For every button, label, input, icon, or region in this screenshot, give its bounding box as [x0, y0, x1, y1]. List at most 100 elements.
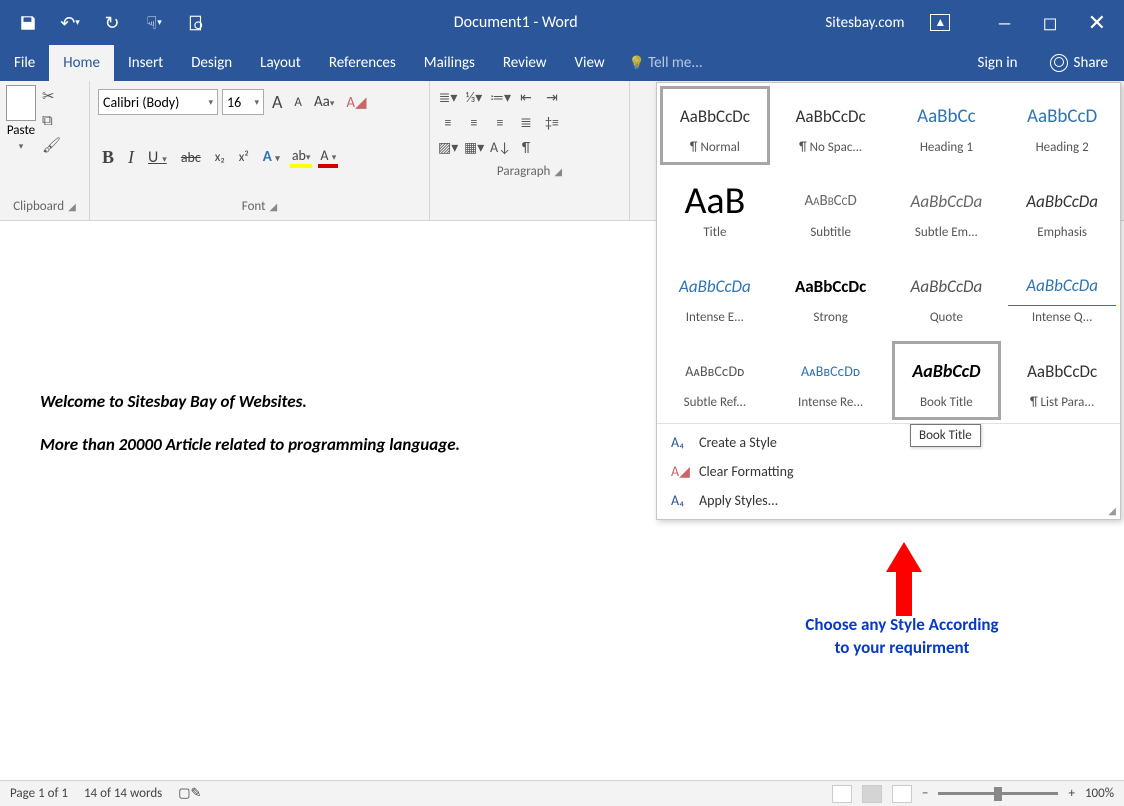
page-indicator[interactable]: Page 1 of 1 [10, 786, 68, 801]
style-item-heading-1[interactable]: AaBbCcHeading 1 [889, 83, 1005, 168]
style-label: ¶ No Spac... [777, 136, 885, 155]
strikethrough-button[interactable]: abc [177, 147, 205, 168]
superscript-button[interactable]: x² [235, 148, 253, 167]
apply-styles-menuitem[interactable]: A₄ Apply Styles... [657, 486, 1120, 515]
format-painter-icon[interactable]: 🖌 [42, 136, 61, 155]
resize-grip-icon[interactable]: ◢ [1108, 504, 1116, 517]
shrink-font-button[interactable]: A [290, 93, 306, 112]
tab-home[interactable]: Home [49, 45, 114, 81]
font-size-select[interactable]: 16▾ [222, 89, 264, 115]
tab-references[interactable]: References [315, 45, 410, 81]
numbering-button[interactable]: ⅓▾ [464, 89, 484, 106]
style-tooltip: Book Title [910, 424, 981, 447]
align-center-button[interactable]: ≡ [464, 114, 484, 131]
redo-icon[interactable]: ↻ [102, 13, 122, 33]
font-label: Font [242, 199, 266, 214]
undo-icon[interactable]: ↶▾ [60, 13, 80, 33]
read-mode-button[interactable] [832, 785, 852, 803]
zoom-slider[interactable] [938, 792, 1058, 795]
style-item-strong[interactable]: AaBbCcDcStrong [773, 253, 889, 338]
underline-button[interactable]: U ▾ [144, 146, 171, 169]
tab-design[interactable]: Design [177, 45, 246, 81]
font-launcher-icon[interactable]: ◢ [270, 200, 278, 213]
shading-button[interactable]: ▨▾ [438, 139, 458, 156]
print-layout-button[interactable] [862, 785, 882, 803]
highlight-button[interactable]: ab▾ [290, 147, 313, 168]
subscript-button[interactable]: x₂ [211, 148, 229, 167]
sign-in-link[interactable]: Sign in [962, 45, 1034, 81]
style-label: Book Title [893, 391, 1001, 410]
style-item-emphasis[interactable]: AaBbCcDaEmphasis [1004, 168, 1120, 253]
tab-review[interactable]: Review [489, 45, 561, 81]
share-button[interactable]: Share [1034, 45, 1124, 81]
grow-font-button[interactable]: A [268, 89, 286, 115]
tab-file[interactable]: File [0, 45, 49, 81]
style-item-title[interactable]: AaBTitle [657, 168, 773, 253]
touch-mode-icon[interactable]: ☟▾ [144, 13, 164, 33]
style-item-heading-2[interactable]: AaBbCcDHeading 2 [1004, 83, 1120, 168]
paste-button[interactable]: Paste▾ [6, 85, 36, 153]
style-item-intense-re-[interactable]: AᴀBʙCᴄDᴅIntense Re... [773, 338, 889, 423]
style-item-book-title[interactable]: AaBbCcDBook Title [889, 338, 1005, 423]
cut-icon[interactable]: ✂ [42, 87, 61, 106]
style-item-intense-q-[interactable]: AaBbCcDaIntense Q... [1004, 253, 1120, 338]
style-item--no-spac-[interactable]: AaBbCcDc¶ No Spac... [773, 83, 889, 168]
change-case-button[interactable]: Aa▾ [310, 91, 338, 113]
bullets-button[interactable]: ≣▾ [438, 89, 458, 106]
tab-view[interactable]: View [561, 45, 619, 81]
align-left-button[interactable]: ≡ [438, 114, 458, 131]
maximize-button[interactable]: ◻ [1043, 12, 1058, 34]
italic-button[interactable]: I [124, 145, 138, 170]
create-style-menuitem[interactable]: A₄ Create a Style [657, 428, 1120, 457]
style-preview: AaBbCcD [893, 351, 1001, 391]
proofing-icon[interactable]: ▢✎ [178, 786, 201, 801]
show-marks-button[interactable]: ¶ [516, 139, 536, 156]
word-count[interactable]: 14 of 14 words [84, 786, 162, 801]
style-item-intense-e-[interactable]: AaBbCcDaIntense E... [657, 253, 773, 338]
zoom-out-button[interactable]: − [922, 786, 928, 801]
multilevel-button[interactable]: ≔▾ [490, 89, 510, 106]
style-preview: AᴀBʙCᴄDᴅ [777, 351, 885, 391]
paragraph-launcher-icon[interactable]: ◢ [554, 165, 562, 178]
tab-mailings[interactable]: Mailings [410, 45, 489, 81]
align-right-button[interactable]: ≡ [490, 114, 510, 131]
ribbon-options-icon[interactable]: ▲ [930, 14, 950, 31]
style-item-quote[interactable]: AaBbCcDaQuote [889, 253, 1005, 338]
clear-formatting-button[interactable]: A◢ [342, 91, 370, 114]
clipboard-group: Paste▾ ✂ ⧉ 🖌 Clipboard ◢ [0, 81, 90, 220]
font-name-select[interactable]: Calibri (Body)▾ [98, 89, 218, 115]
clear-formatting-icon: A◢ [671, 463, 689, 480]
style-item-subtle-ref-[interactable]: AᴀBʙCᴄDᴅSubtle Ref... [657, 338, 773, 423]
close-button[interactable]: ✕ [1088, 9, 1106, 36]
styles-menu: A₄ Create a Style A◢ Clear Formatting A₄… [657, 423, 1120, 519]
increase-indent-button[interactable]: ⇥ [542, 89, 562, 106]
zoom-in-button[interactable]: + [1068, 786, 1074, 801]
paste-icon [6, 85, 36, 121]
style-label: Strong [777, 306, 885, 325]
style-item--normal[interactable]: AaBbCcDc¶ Normal [657, 83, 773, 168]
save-icon[interactable] [18, 13, 38, 33]
style-item-subtle-em-[interactable]: AaBbCcDaSubtle Em... [889, 168, 1005, 253]
tell-me-search[interactable]: Tell me... [619, 45, 713, 81]
tab-insert[interactable]: Insert [114, 45, 177, 81]
sort-button[interactable]: A↓ [490, 139, 510, 156]
text-effects-button[interactable]: A ▾ [259, 146, 284, 168]
zoom-level[interactable]: 100% [1085, 786, 1114, 801]
web-layout-button[interactable] [892, 785, 912, 803]
style-item--list-para-[interactable]: AaBbCcDc¶ List Para... [1004, 338, 1120, 423]
line-spacing-button[interactable]: ‡≡ [542, 114, 562, 131]
style-item-subtitle[interactable]: AaBbCcDSubtitle [773, 168, 889, 253]
justify-button[interactable]: ≣ [516, 114, 536, 131]
clipboard-label: Clipboard [13, 199, 64, 214]
style-label: Emphasis [1008, 221, 1116, 240]
minimize-button[interactable]: ― [996, 12, 1012, 34]
bold-button[interactable]: B [98, 145, 118, 170]
print-preview-icon[interactable] [186, 13, 206, 33]
font-color-button[interactable]: A ▾ [318, 147, 338, 168]
clipboard-launcher-icon[interactable]: ◢ [68, 200, 76, 213]
clear-formatting-menuitem[interactable]: A◢ Clear Formatting [657, 457, 1120, 486]
borders-button[interactable]: ▦▾ [464, 139, 484, 156]
tab-layout[interactable]: Layout [246, 45, 315, 81]
decrease-indent-button[interactable]: ⇤ [516, 89, 536, 106]
copy-icon[interactable]: ⧉ [42, 112, 61, 130]
